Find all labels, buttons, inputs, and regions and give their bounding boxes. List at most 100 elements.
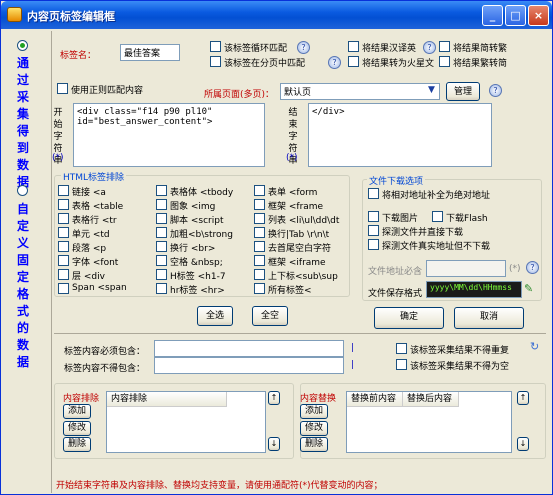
html-tag-checkbox[interactable] — [254, 199, 265, 210]
address-required-input[interactable] — [426, 260, 506, 277]
exclude-edit-button[interactable]: 修改 — [63, 421, 91, 436]
html-tag-checkbox[interactable] — [254, 185, 265, 196]
save-format-input[interactable]: yyyy\MM\dd\HHmmss — [426, 281, 522, 298]
end-string-input[interactable]: </div> — [308, 103, 492, 167]
exclude-delete-button[interactable]: 删除 — [63, 437, 91, 452]
html-tag-checkbox[interactable] — [156, 227, 167, 238]
detect-real-checkbox[interactable] — [368, 239, 379, 250]
replace-list[interactable]: 替换前内容 替换后内容 — [346, 391, 512, 453]
help-icon[interactable]: ? — [297, 41, 310, 54]
select-all-button[interactable]: 全选 — [197, 306, 233, 326]
exclude-list[interactable]: 内容排除 — [106, 391, 266, 453]
translate-checkbox[interactable] — [348, 41, 359, 52]
html-tag-label: 链接 <a — [72, 188, 106, 198]
html-tag-checkbox[interactable] — [254, 255, 265, 266]
up-arrow-icon[interactable]: ↑ — [517, 391, 529, 405]
ok-button[interactable]: 确定 — [374, 307, 444, 329]
start-wildcard-marker[interactable]: (*) — [52, 153, 64, 163]
minimize-button[interactable]: _ — [482, 5, 503, 26]
html-tag-checkbox[interactable] — [58, 227, 69, 238]
html-tag-label: 段落 <p — [72, 244, 107, 254]
html-tag-checkbox[interactable] — [58, 241, 69, 252]
down-arrow-icon[interactable]: ↓ — [517, 437, 529, 451]
html-tag-checkbox[interactable] — [156, 269, 167, 280]
html-tag-checkbox[interactable] — [58, 255, 69, 266]
no-empty-checkbox[interactable] — [396, 359, 407, 370]
must-not-contain-input[interactable] — [154, 357, 344, 374]
replace-edit-button[interactable]: 修改 — [300, 421, 328, 436]
must-contain-marker[interactable]: | — [351, 343, 354, 353]
main-panel: 标签名： 最佳答案 该标签循环匹配 该标签在分页中匹配 ? ? 将结果汉译英 将… — [51, 31, 548, 493]
absolute-url-checkbox[interactable] — [368, 188, 379, 199]
html-tag-checkbox[interactable] — [156, 213, 167, 224]
replace-delete-button[interactable]: 删除 — [300, 437, 328, 452]
chevron-down-icon[interactable]: ▼ — [428, 85, 435, 95]
tag-name-input[interactable]: 最佳答案 — [120, 44, 180, 61]
refresh-icon[interactable]: ↻ — [530, 340, 539, 353]
html-tag-label: 图象 <img — [170, 202, 216, 212]
help-icon[interactable]: ? — [328, 56, 341, 69]
must-not-contain-label: 标签内容不得包含： — [64, 364, 146, 374]
page-match-checkbox[interactable] — [210, 56, 221, 67]
html-tag-checkbox[interactable] — [58, 213, 69, 224]
regex-checkbox[interactable] — [57, 83, 68, 94]
html-tag-checkbox[interactable] — [58, 199, 69, 210]
must-contain-input[interactable] — [154, 340, 344, 357]
exclude-column-header[interactable]: 内容排除 — [107, 392, 227, 407]
address-wildcard-marker: (*) — [509, 264, 521, 274]
must-not-contain-marker[interactable]: | — [351, 360, 354, 370]
download-flash-checkbox[interactable] — [432, 211, 443, 222]
start-string-input[interactable]: <div class="f14 p90 pl10" id="best_answe… — [73, 103, 265, 167]
custom-radio[interactable] — [17, 185, 28, 196]
html-tag-checkbox[interactable] — [254, 269, 265, 280]
detect-direct-checkbox[interactable] — [368, 225, 379, 236]
divider — [54, 333, 546, 334]
page-select[interactable]: 默认页 — [280, 83, 440, 100]
exclude-add-button[interactable]: 添加 — [63, 404, 91, 419]
trad-to-simp-checkbox[interactable] — [439, 56, 450, 67]
html-tag-checkbox[interactable] — [254, 213, 265, 224]
title-bar: 内容页标签编辑框 _ □ × — [1, 1, 552, 29]
trad-to-simp-label: 将结果繁转简 — [453, 59, 508, 69]
clear-all-button[interactable]: 全空 — [252, 306, 288, 326]
pencil-icon[interactable]: ✎ — [524, 282, 533, 295]
footer-hint: 开始结束字符串及内容排除、替换均支持变量，请使用通配符(*)代替变动的内容； — [56, 481, 383, 491]
html-tag-checkbox[interactable] — [254, 227, 265, 238]
html-tag-checkbox[interactable] — [156, 241, 167, 252]
html-tag-checkbox[interactable] — [58, 283, 69, 294]
collect-label: 通过采集得到数据 — [16, 56, 29, 189]
replace-before-header[interactable]: 替换前内容 — [347, 392, 403, 407]
close-button[interactable]: × — [528, 5, 549, 26]
html-tag-checkbox[interactable] — [156, 185, 167, 196]
manage-button[interactable]: 管理 — [446, 82, 480, 101]
html-tag-label: 字体 <font — [72, 258, 119, 268]
cancel-button[interactable]: 取消 — [454, 307, 524, 329]
html-tag-checkbox[interactable] — [58, 185, 69, 196]
absolute-url-label: 将相对地址补全为绝对地址 — [382, 191, 491, 201]
html-tag-checkbox[interactable] — [58, 269, 69, 280]
replace-after-header[interactable]: 替换后内容 — [403, 392, 459, 407]
down-arrow-icon[interactable]: ↓ — [268, 437, 280, 451]
page-match-label: 该标签在分页中匹配 — [224, 59, 306, 69]
html-tag-checkbox[interactable] — [254, 283, 265, 294]
mars-checkbox[interactable] — [348, 56, 359, 67]
no-duplicate-checkbox[interactable] — [396, 343, 407, 354]
download-image-label: 下载图片 — [382, 214, 419, 224]
replace-add-button[interactable]: 添加 — [300, 404, 328, 419]
html-tag-checkbox[interactable] — [156, 283, 167, 294]
html-tag-checkbox[interactable] — [156, 199, 167, 210]
end-wildcard-marker[interactable]: (*) — [286, 153, 298, 163]
help-icon[interactable]: ? — [526, 261, 539, 274]
download-image-checkbox[interactable] — [368, 211, 379, 222]
collect-radio[interactable] — [17, 40, 28, 51]
html-tag-checkbox[interactable] — [156, 255, 167, 266]
loop-match-checkbox[interactable] — [210, 41, 221, 52]
html-tag-label: 表格 <table — [72, 202, 124, 212]
help-icon[interactable]: ? — [489, 84, 502, 97]
up-arrow-icon[interactable]: ↑ — [268, 391, 280, 405]
maximize-button[interactable]: □ — [505, 5, 526, 26]
html-tag-label: Span <span — [72, 283, 127, 293]
simp-to-trad-checkbox[interactable] — [439, 41, 450, 52]
html-tag-checkbox[interactable] — [254, 241, 265, 252]
help-icon[interactable]: ? — [423, 41, 436, 54]
